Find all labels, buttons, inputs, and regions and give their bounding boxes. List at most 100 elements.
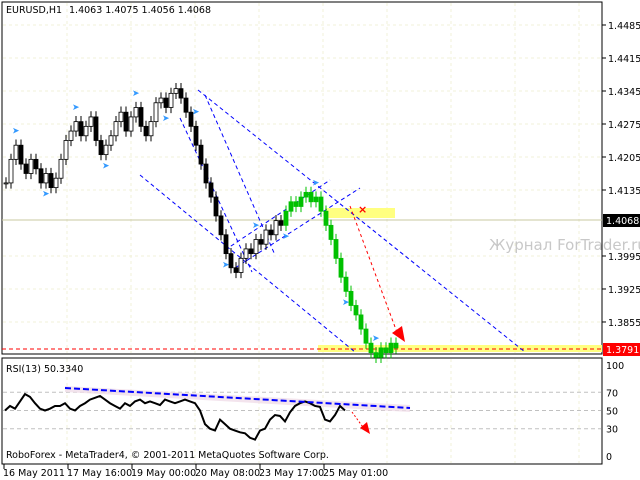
candle [363, 328, 369, 344]
candle [143, 125, 149, 137]
candle [283, 210, 289, 226]
fractal-arrow-icon: ➤ [162, 114, 170, 124]
candle [338, 257, 344, 278]
candle [328, 224, 334, 240]
chart-canvas[interactable]: Журнал ForTrader.ru ➤➤➤➤➤➤➤➤➤➤➤➤➤ × EURU… [0, 0, 640, 480]
candle [63, 140, 69, 160]
candle [173, 88, 179, 94]
candle [198, 144, 204, 165]
candle [303, 191, 309, 198]
candle [353, 305, 359, 316]
candle [218, 215, 224, 236]
candle [248, 248, 254, 255]
candle [333, 239, 339, 259]
fractal-arrow-icon: ➤ [372, 334, 380, 344]
price-tick-label: 1.4345 [608, 87, 640, 98]
candle [203, 163, 209, 184]
rsi-frame [1, 357, 603, 465]
cross-marker-icon: × [358, 203, 367, 216]
candle [383, 347, 389, 354]
candle [313, 196, 319, 203]
price-tick-label: 1.3855 [608, 318, 640, 329]
fractal-arrow-icon: ➤ [132, 89, 140, 99]
candle [193, 125, 199, 146]
candle [33, 158, 39, 170]
price-tick-label: 1.4415 [608, 54, 640, 65]
fractal-arrow-icon: ➤ [282, 232, 290, 242]
candle [3, 182, 9, 185]
time-tick-label: 17 May 16:00 [67, 468, 132, 479]
candle [43, 173, 49, 184]
price-tick-label: 1.4275 [608, 120, 640, 131]
candle [28, 158, 34, 174]
time-tick-label: 20 May 08:00 [195, 468, 260, 479]
candle [68, 130, 74, 141]
candle [18, 144, 24, 165]
rsi-tick-label: 0 [606, 452, 612, 463]
fractal-arrow-icon: ➤ [252, 221, 260, 231]
candle [243, 248, 249, 259]
candle [98, 140, 104, 156]
candle [8, 158, 14, 184]
candle [393, 342, 399, 349]
rsi-label: RSI(13) 50.3340 [6, 364, 83, 375]
time-tick-label: 19 May 00:00 [131, 468, 196, 479]
candle [233, 267, 239, 273]
candle [268, 229, 274, 236]
candle [348, 290, 354, 306]
candle [128, 116, 134, 132]
candle [273, 220, 279, 236]
candle [138, 107, 144, 127]
candle [293, 201, 299, 207]
fractal-arrow-icon: ➤ [192, 108, 200, 118]
copyright: RoboForex - MetaTrader4, © 2001-2011 Met… [6, 450, 329, 461]
price-tick-label: 1.3995 [608, 252, 640, 263]
candle [58, 158, 64, 179]
candle [318, 196, 324, 212]
price-tick-label: 1.4135 [608, 186, 640, 197]
candle [253, 239, 259, 255]
chart-window[interactable]: Журнал ForTrader.ru ➤ ➤ ➤ ➤ ➤ ➤ ➤ ➤ ➤ ➤ ➤ ➤ ➤ × EURU… [0, 0, 640, 480]
rsi-tick-label: 50 [606, 407, 618, 418]
fractal-arrow-icon: ➤ [72, 103, 80, 113]
candle [78, 121, 84, 137]
time-tick-label: 23 May 17:00 [259, 468, 324, 479]
candle [223, 234, 229, 255]
rsi-tick-label: 30 [606, 425, 618, 436]
symbol-label: EURUSD,H1 [6, 5, 62, 16]
price-tick-label: 1.4205 [608, 153, 640, 164]
candle [23, 163, 29, 174]
fractal-arrow-icon: ➤ [312, 178, 320, 188]
candle [168, 92, 174, 108]
fractal-arrow-icon: ➤ [12, 127, 20, 137]
candle [103, 144, 109, 156]
candle [323, 210, 329, 226]
candle [258, 239, 264, 245]
candle [368, 342, 374, 354]
candle [133, 107, 139, 118]
candle [388, 342, 394, 354]
rsi-tick-label: 100 [606, 361, 624, 372]
candle [153, 102, 159, 123]
time-tick-label: 16 May 2011 [3, 468, 65, 479]
candle [378, 347, 384, 358]
candle [148, 121, 154, 137]
candle [158, 97, 164, 104]
main-chart-frame [1, 1, 603, 355]
ohlc-label: 1.4063 1.4075 1.4056 1.4068 [69, 5, 211, 16]
candle [123, 111, 129, 132]
candle [263, 229, 269, 245]
rsi-tick-label: 70 [606, 388, 618, 399]
candle [38, 168, 44, 184]
candle [228, 253, 234, 269]
candle [108, 135, 114, 146]
candle [308, 191, 314, 203]
level-price: 1.3791 [606, 345, 639, 356]
candle [53, 177, 59, 189]
fractal-arrow-icon: ➤ [42, 190, 50, 200]
candle [213, 196, 219, 217]
candle [73, 121, 79, 132]
candle [83, 125, 89, 137]
price-tick-label: 1.4485 [608, 21, 640, 32]
candle [298, 196, 304, 207]
